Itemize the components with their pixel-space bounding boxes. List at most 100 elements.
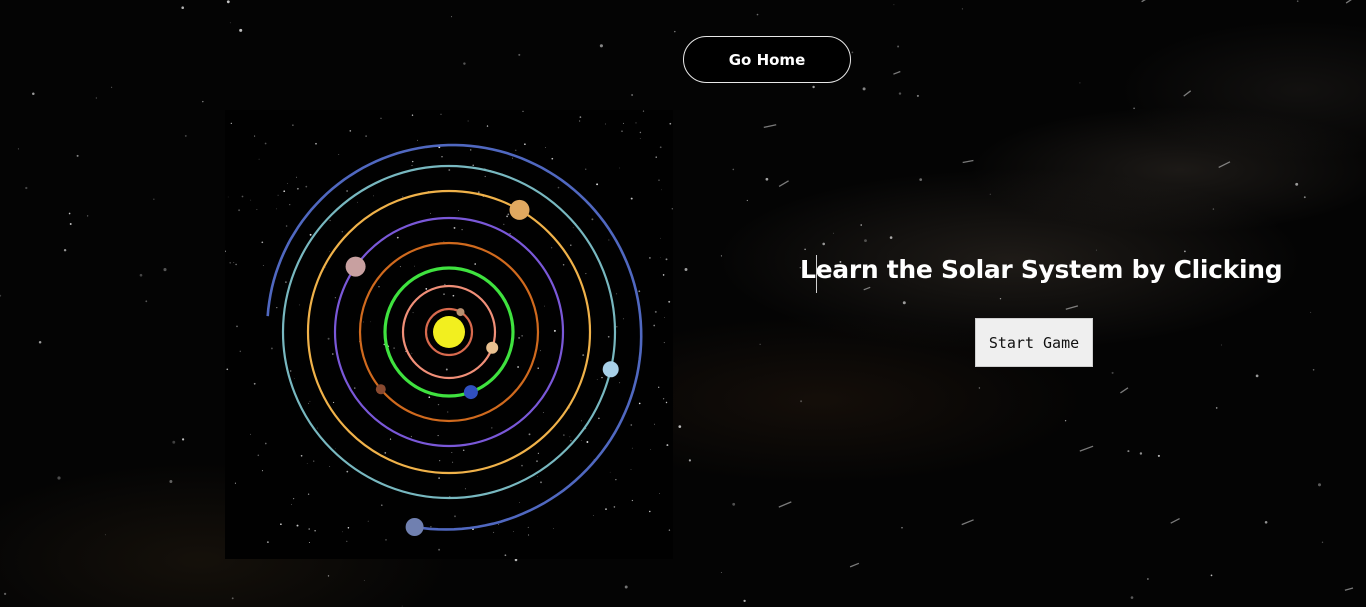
star [668, 300, 671, 303]
star [746, 199, 748, 202]
star [581, 439, 582, 441]
star [402, 196, 404, 198]
planet-jupiter[interactable] [345, 256, 366, 277]
star [283, 190, 286, 193]
star [443, 293, 445, 295]
star [453, 226, 456, 229]
star [389, 438, 392, 440]
star [181, 438, 185, 441]
star [239, 350, 242, 353]
star [258, 158, 260, 160]
star [596, 379, 598, 381]
star [619, 167, 620, 169]
star [241, 195, 244, 198]
star [528, 433, 531, 436]
planet-saturn[interactable] [509, 199, 530, 220]
star [655, 156, 657, 158]
star [1111, 371, 1114, 374]
star [601, 376, 603, 379]
star [306, 462, 308, 464]
star [662, 274, 665, 276]
planet-earth[interactable] [463, 385, 478, 400]
star [334, 297, 336, 299]
star [17, 148, 19, 150]
star [527, 526, 529, 528]
star-streak [1065, 305, 1079, 310]
star [335, 448, 336, 450]
star-streak [1344, 587, 1354, 591]
star [608, 239, 610, 241]
star [581, 420, 582, 422]
star [308, 542, 310, 544]
star [569, 436, 571, 438]
star [524, 143, 526, 145]
planet-venus[interactable] [486, 341, 499, 354]
star [506, 215, 508, 218]
star [69, 223, 72, 225]
star [521, 335, 523, 337]
star [654, 310, 657, 313]
start-game-button[interactable]: Start Game [975, 318, 1093, 367]
star [660, 257, 661, 258]
planet-mars[interactable] [375, 384, 386, 395]
star [1312, 369, 1315, 371]
star [291, 504, 292, 505]
star [461, 228, 463, 231]
star [901, 527, 903, 529]
star [393, 347, 395, 349]
star [316, 427, 318, 429]
star [385, 539, 387, 541]
text-cursor [816, 255, 817, 293]
planet-neptune[interactable] [405, 518, 424, 536]
star [684, 268, 688, 271]
star [860, 224, 862, 226]
star [551, 157, 554, 160]
sun[interactable] [433, 316, 465, 348]
star [447, 411, 449, 413]
star [1210, 574, 1213, 577]
star [261, 470, 264, 472]
star [254, 135, 256, 137]
star [630, 469, 632, 470]
star [463, 62, 466, 65]
solar-system-animation[interactable] [225, 110, 673, 559]
star [591, 218, 594, 221]
star [327, 575, 330, 577]
star [542, 412, 544, 413]
star [578, 120, 581, 122]
star-streak [1218, 161, 1231, 168]
star [428, 396, 431, 399]
star [234, 482, 236, 484]
star [889, 236, 893, 239]
planet-mercury[interactable] [456, 308, 465, 317]
star [290, 370, 292, 372]
star [639, 131, 642, 134]
star [448, 169, 451, 171]
star [557, 186, 560, 189]
star [851, 51, 854, 54]
star [1133, 107, 1135, 110]
star [296, 524, 299, 527]
star [593, 458, 595, 460]
star [732, 502, 736, 506]
star [665, 401, 668, 404]
star [635, 122, 637, 124]
star [363, 321, 364, 323]
star [919, 178, 923, 181]
star [411, 352, 413, 354]
star [586, 441, 589, 443]
star-streak [778, 180, 789, 187]
star [238, 209, 241, 212]
star [477, 191, 480, 194]
star [313, 460, 315, 462]
star [1130, 596, 1134, 599]
star [519, 501, 521, 503]
planet-uranus[interactable] [602, 361, 619, 378]
star [250, 199, 252, 201]
star [266, 541, 269, 544]
star [153, 198, 155, 200]
star [315, 142, 317, 145]
star-streak [1079, 445, 1094, 452]
go-home-button[interactable]: Go Home [683, 36, 851, 83]
star [417, 139, 418, 141]
